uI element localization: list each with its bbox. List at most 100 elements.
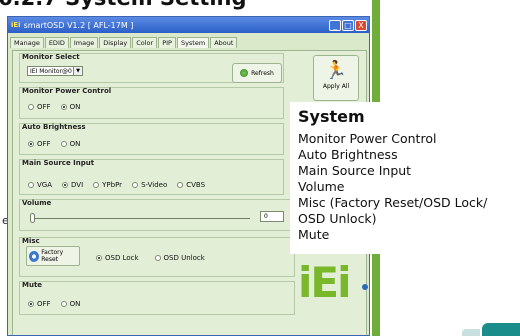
monitor-dropdown-value: IEI Monitor@0 (30, 68, 72, 75)
mute-off-radio[interactable]: OFF (28, 300, 51, 308)
source-dvi-radio[interactable]: DVI (62, 181, 83, 189)
brightness-on-radio[interactable]: ON (60, 140, 81, 148)
brightness-off-radio[interactable]: OFF (28, 140, 51, 148)
close-button[interactable]: X (355, 19, 367, 31)
runner-icon: 🏃 (324, 60, 348, 81)
callout-item: Auto Brightness (298, 147, 398, 162)
volume-value-field[interactable]: 0 (260, 211, 284, 222)
radio-label: ON (69, 140, 81, 148)
corner-decoration (482, 323, 520, 336)
misc-group: Misc Factory Reset OSD Lock OSD Unlock (19, 237, 295, 277)
factory-reset-label: Factory Reset (41, 249, 64, 263)
tab-display[interactable]: Display (99, 37, 132, 48)
iei-logo: iEi (298, 258, 352, 307)
brightness-radios: OFF ON (28, 140, 90, 148)
power-on-radio[interactable]: ON (60, 103, 81, 111)
title-bar: iEi smartOSD V1.2 [ AFL-17M ] _ □ X (8, 17, 369, 33)
radio-icon (28, 104, 34, 110)
slider-track (30, 218, 250, 219)
window-title: smartOSD V1.2 [ AFL-17M ] (23, 20, 134, 30)
logo-dot-icon (362, 284, 368, 290)
callout-item: Main Source Input (298, 163, 412, 178)
volume-slider[interactable] (30, 213, 250, 223)
osd-lock-radio[interactable]: OSD Lock (96, 254, 139, 262)
tab-image[interactable]: Image (69, 37, 99, 48)
tab-edid[interactable]: EDID (44, 37, 69, 48)
tab-about[interactable]: About (210, 37, 238, 48)
tab-system[interactable]: System (176, 37, 210, 48)
radio-label: ON (69, 103, 81, 111)
source-ypbpr-radio[interactable]: YPbPr (93, 181, 122, 189)
tab-color[interactable]: Color (132, 37, 158, 48)
callout-item: Monitor Power Control (298, 131, 437, 146)
mute-on-radio[interactable]: ON (60, 300, 81, 308)
monitor-select-group: Monitor Select IEI Monitor@0 ▼ Refresh (19, 53, 284, 83)
radio-selected-icon (60, 104, 67, 110)
system-callout: System Monitor Power Control Auto Bright… (290, 102, 520, 254)
corner-decoration-light (462, 329, 480, 336)
apply-all-label: Apply All (322, 83, 350, 90)
refresh-label: Refresh (251, 69, 274, 77)
radio-selected-icon (96, 255, 102, 261)
osd-lock-radios: OSD Lock OSD Unlock (96, 254, 215, 262)
tab-bar: Manage EDID Image Display Color PIP Syst… (8, 33, 369, 48)
radio-label: CVBS (186, 181, 206, 189)
radio-icon (60, 141, 67, 147)
refresh-button[interactable]: Refresh (232, 63, 282, 83)
app-logo-icon: iEi (11, 21, 21, 29)
radio-label: S-Video (141, 181, 168, 189)
source-vga-radio[interactable]: VGA (28, 181, 52, 189)
group-title: Volume (22, 199, 52, 207)
group-title: Main Source Input (22, 159, 95, 167)
group-title: Misc (22, 237, 40, 245)
source-svideo-radio[interactable]: S-Video (132, 181, 167, 189)
tab-manage[interactable]: Manage (10, 37, 44, 48)
mute-group: Mute OFF ON (19, 281, 295, 315)
source-radios: VGA DVI YPbPr S-Video CVBS (28, 181, 215, 189)
callout-item: Volume (298, 179, 345, 194)
radio-label: ON (69, 300, 81, 308)
radio-label: OFF (37, 300, 51, 308)
radio-label: DVI (71, 181, 84, 189)
maximize-button[interactable]: □ (342, 19, 354, 31)
callout-item: OSD Unlock) (298, 211, 377, 226)
refresh-icon (240, 69, 249, 77)
radio-icon (93, 182, 100, 188)
power-off-radio[interactable]: OFF (28, 103, 51, 111)
radio-label: OSD Lock (105, 254, 139, 262)
minimize-button[interactable]: _ (329, 19, 341, 31)
radio-icon (60, 301, 67, 307)
factory-reset-button[interactable]: Factory Reset (26, 246, 80, 266)
gear-icon (29, 250, 40, 262)
radio-selected-icon (28, 301, 34, 307)
slider-thumb[interactable] (30, 213, 35, 223)
radio-icon (132, 182, 139, 188)
apply-all-button[interactable]: 🏃 Apply All (313, 55, 359, 101)
group-title: Auto Brightness (22, 123, 86, 131)
radio-selected-icon (62, 182, 69, 188)
group-title: Monitor Power Control (22, 87, 112, 95)
group-title: Mute (22, 281, 43, 289)
source-input-group: Main Source Input VGA DVI YPbPr S-Video … (19, 159, 284, 195)
callout-item: Mute (298, 227, 330, 242)
window-controls: _ □ X (329, 19, 367, 31)
monitor-dropdown[interactable]: IEI Monitor@0 ▼ (27, 66, 83, 76)
page-heading: 6.2.7 System Setting (0, 0, 247, 10)
callout-title: System (298, 107, 365, 126)
mute-radios: OFF ON (28, 300, 90, 308)
radio-label: VGA (37, 181, 53, 189)
radio-icon (177, 182, 184, 188)
radio-icon (154, 255, 161, 261)
radio-label: OSD Unlock (163, 254, 205, 262)
radio-selected-icon (28, 141, 34, 147)
auto-brightness-group: Auto Brightness OFF ON (19, 123, 284, 155)
volume-group: Volume 0 (19, 199, 295, 231)
radio-label: OFF (37, 103, 51, 111)
osd-unlock-radio[interactable]: OSD Unlock (154, 254, 205, 262)
chevron-down-icon: ▼ (73, 67, 82, 75)
power-group: Monitor Power Control OFF ON (19, 87, 284, 119)
tab-pip[interactable]: PIP (158, 37, 176, 48)
radio-label: OFF (37, 140, 51, 148)
callout-item: Misc (Factory Reset/OSD Lock/ (298, 195, 488, 210)
source-cvbs-radio[interactable]: CVBS (177, 181, 205, 189)
